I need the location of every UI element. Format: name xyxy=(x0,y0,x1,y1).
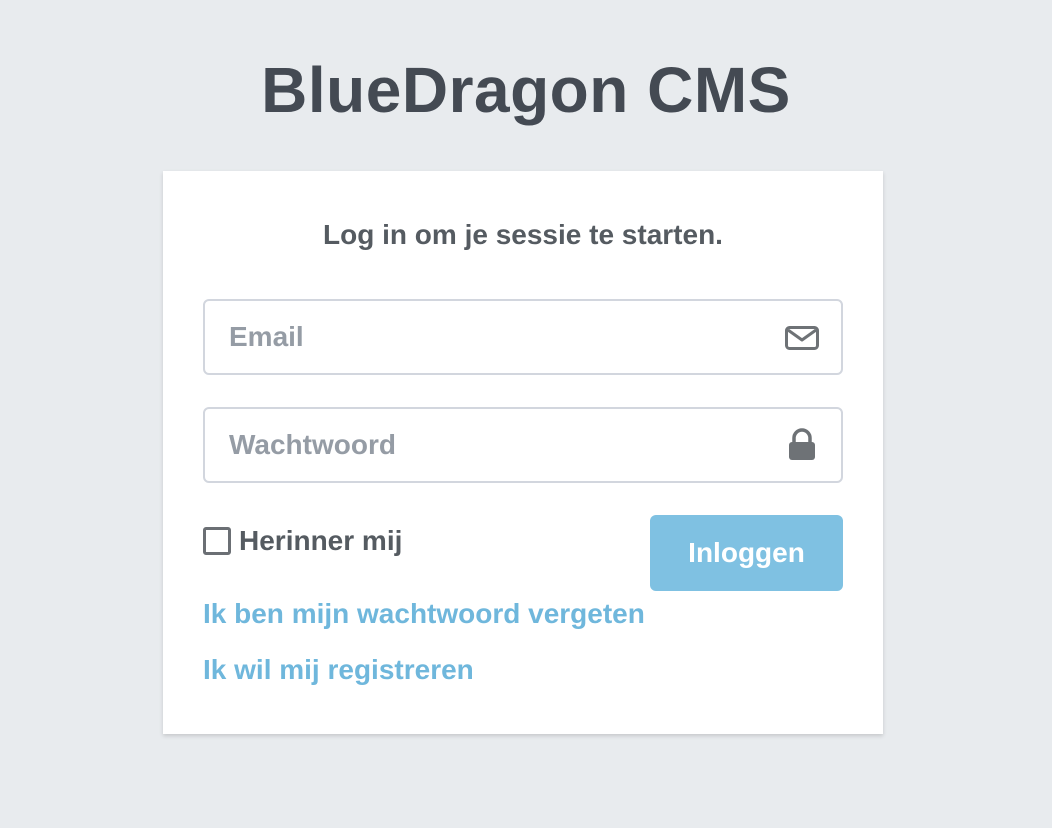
login-message: Log in om je sessie te starten. xyxy=(323,219,723,250)
remember-me-checkbox[interactable] xyxy=(203,527,231,555)
register-link[interactable]: Ik wil mij registreren xyxy=(203,650,474,690)
lock-icon xyxy=(785,428,819,461)
remember-me-label: Herinner mij xyxy=(239,525,403,556)
remember-me[interactable]: Herinner mij xyxy=(203,521,402,561)
password-input[interactable] xyxy=(205,409,765,481)
envelope-icon xyxy=(785,323,819,353)
email-input[interactable] xyxy=(205,301,765,373)
password-field-group xyxy=(203,407,843,483)
login-box: Log in om je sessie te starten. He xyxy=(163,171,883,734)
login-button[interactable]: Inloggen xyxy=(650,515,843,591)
forgot-password-link[interactable]: Ik ben mijn wachtwoord vergeten xyxy=(203,594,645,634)
email-field-group xyxy=(203,299,843,375)
brand-title: BlueDragon CMS xyxy=(261,54,791,126)
